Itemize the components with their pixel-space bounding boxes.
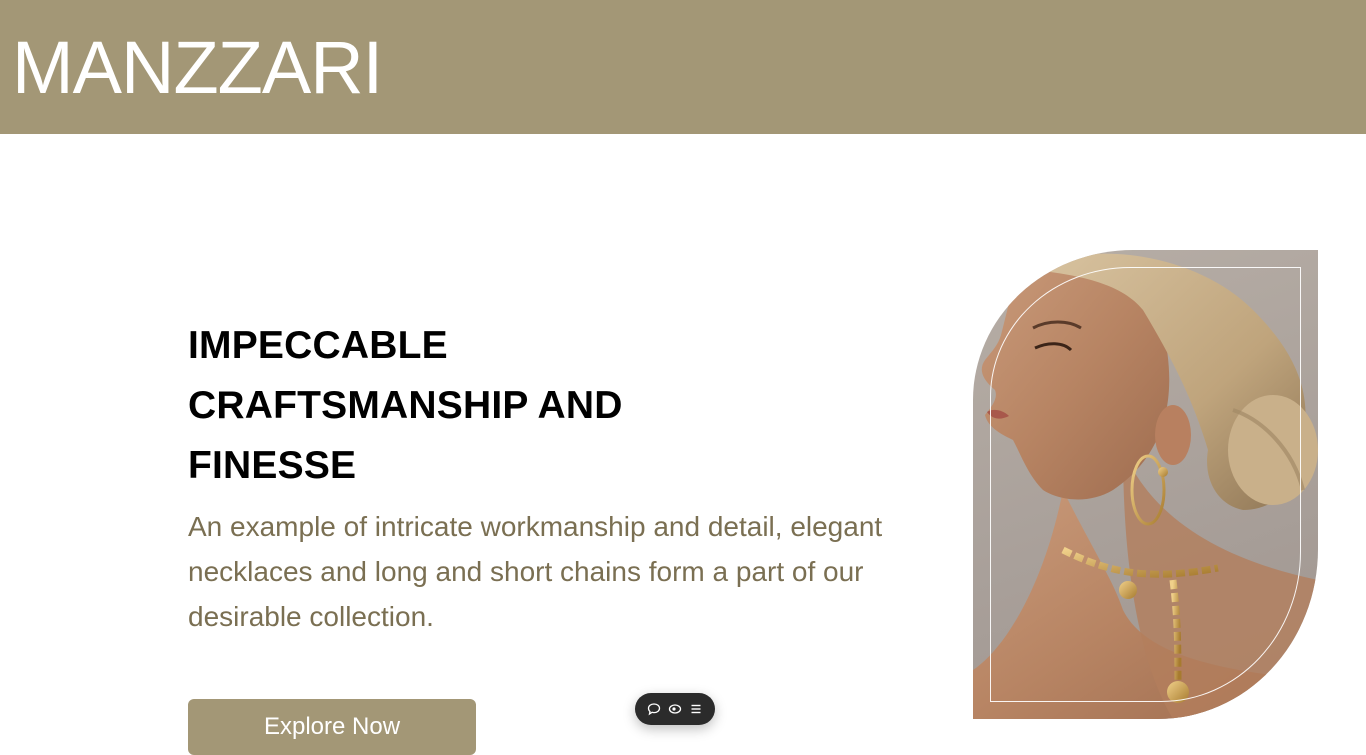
- hero-description: An example of intricate workmanship and …: [188, 511, 883, 632]
- hero-title-line-1: IMPECCABLE: [188, 324, 448, 367]
- floating-toolbar: [635, 693, 715, 725]
- brand-logo-text[interactable]: MANZZARI: [12, 28, 383, 108]
- hero-model-image: [973, 250, 1318, 719]
- site-header: MANZZARI: [0, 0, 1366, 134]
- menu-icon[interactable]: [688, 701, 704, 717]
- hero-title: IMPECCABLE CRAFTSMANSHIP AND FINESSE: [188, 316, 708, 496]
- hero-title-line-3: FINESSE: [188, 444, 357, 487]
- comment-icon[interactable]: [646, 701, 662, 717]
- hero-title-line-2: CRAFTSMANSHIP AND: [188, 384, 623, 427]
- eye-icon[interactable]: [667, 701, 683, 717]
- explore-now-button[interactable]: Explore Now: [188, 699, 476, 755]
